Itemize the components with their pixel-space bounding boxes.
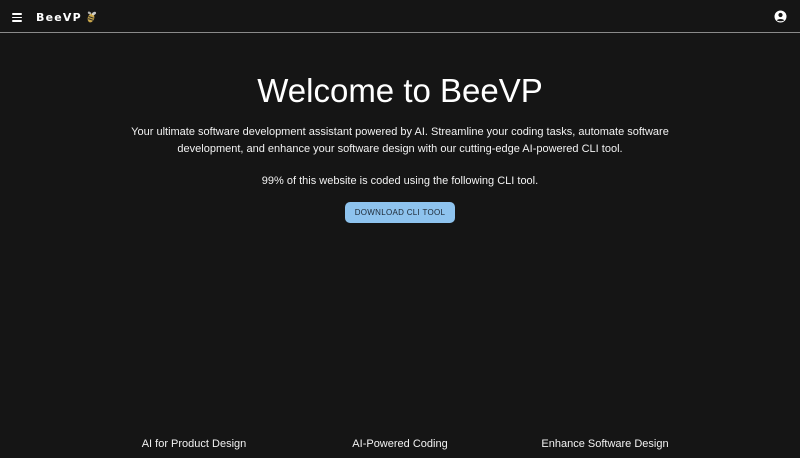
brand-logo[interactable]: BeeVP <box>36 9 97 25</box>
top-app-bar: BeeVP <box>0 0 800 33</box>
hero-note: 99% of this website is coded using the f… <box>261 175 539 187</box>
hamburger-menu-icon[interactable] <box>10 10 24 24</box>
page-title: Welcome to BeeVP <box>257 72 543 109</box>
download-cli-button[interactable]: DOWNLOAD CLI TOOL <box>345 202 455 223</box>
feature-ai-coding: AI-Powered Coding <box>352 438 448 450</box>
brand-name: BeeVP <box>36 10 82 24</box>
hero-description: Your ultimate software development assis… <box>131 126 669 155</box>
account-circle-icon[interactable] <box>774 10 787 23</box>
features-row: AI for Product Design AI-Powered Coding … <box>0 438 800 454</box>
bee-icon <box>87 11 96 23</box>
feature-software-design: Enhance Software Design <box>541 438 669 450</box>
feature-product-design: AI for Product Design <box>141 438 247 450</box>
